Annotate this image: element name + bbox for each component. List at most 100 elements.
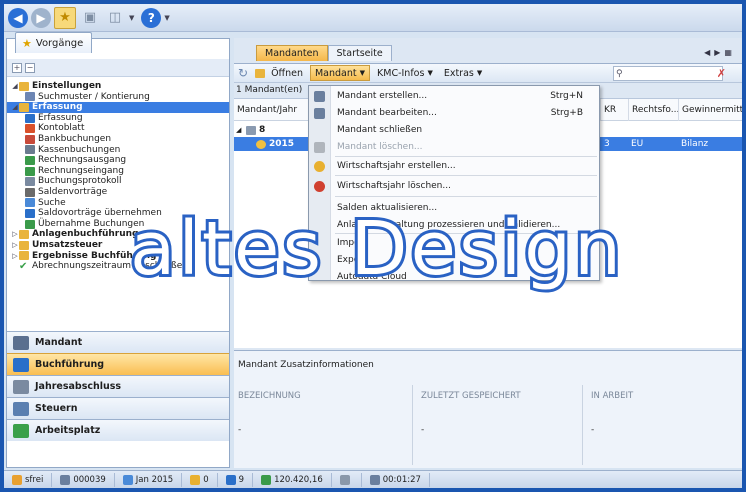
tab-startseite-label: Startseite xyxy=(336,48,383,59)
status-cell: sfrei xyxy=(4,472,53,487)
column-gewinnermittlung[interactable]: Gewinnermittl... xyxy=(678,99,742,121)
info-in-arbeit: In Arbeit - xyxy=(582,385,742,465)
tab-startseite[interactable]: Startseite xyxy=(327,45,392,61)
menu-item-label: Wirtschaftsjahr erstellen... xyxy=(337,161,456,171)
menu-item-icon xyxy=(314,91,325,102)
menu-item[interactable]: Mandant schließen xyxy=(309,122,599,139)
column-rechtsform[interactable]: Rechtsfo... xyxy=(628,99,678,121)
info-zuletzt-gespeichert-label: Zuletzt gespeichert xyxy=(421,391,521,401)
nav-label: Arbeitsplatz xyxy=(35,425,101,436)
menu-item[interactable]: Mandant bearbeiten... Strg+B xyxy=(309,105,599,122)
tree-header: + − xyxy=(7,59,229,77)
print-dropdown-icon[interactable]: ▼ xyxy=(129,14,134,22)
tree-item-label: Rechnungsausgang xyxy=(38,155,127,166)
menu-item-icon xyxy=(314,181,325,192)
navigation-bar: Mandant Buchführung Jahresabschluss Steuern… xyxy=(7,331,229,441)
search-input[interactable]: ⚲ xyxy=(613,66,723,81)
status-text: 00:01:27 xyxy=(382,474,421,485)
chevron-down-icon: ▼ xyxy=(359,69,366,77)
menu-item-label: Mandant erstellen... xyxy=(337,91,428,101)
print-icon[interactable]: ◫ xyxy=(104,7,126,29)
nav-jahresabschluss[interactable]: Jahresabschluss xyxy=(7,375,229,397)
menu-item-shortcut: Strg+N xyxy=(550,91,583,101)
tree-item[interactable]: Rechnungseingang xyxy=(7,166,229,177)
collapse-all-icon[interactable]: − xyxy=(25,62,35,73)
tree-item[interactable]: Saldenvorträge xyxy=(7,187,229,198)
star-icon: ★ xyxy=(22,36,32,50)
collapsed-arrow-icon[interactable]: ▷ xyxy=(11,251,19,262)
vorgaenge-tab-label: Vorgänge xyxy=(35,37,84,49)
task-icon xyxy=(25,187,35,197)
row-rechtsform: EU xyxy=(631,139,644,149)
tree-item-label: Einstellungen xyxy=(32,81,102,91)
forward-icon[interactable]: ▶ xyxy=(31,7,51,28)
status-icon xyxy=(261,474,272,485)
checkmark-icon: ✔ xyxy=(19,260,28,272)
collapsed-arrow-icon[interactable]: ▷ xyxy=(11,240,19,251)
menu-item-icon xyxy=(314,161,325,172)
status-cell: Jan 2015 xyxy=(115,472,183,487)
nav-steuern[interactable]: Steuern xyxy=(7,397,229,419)
menu-item[interactable]: Wirtschaftsjahr löschen... xyxy=(309,178,599,195)
save-icon[interactable]: ▣ xyxy=(79,7,101,29)
extras-button[interactable]: Extras ▼ xyxy=(440,65,486,81)
menu-item[interactable]: Wirtschaftsjahr erstellen... xyxy=(309,158,599,175)
status-cell: 000039 xyxy=(52,472,115,487)
menu-item[interactable]: Mandant erstellen... Strg+N xyxy=(309,88,599,105)
kmc-infos-button[interactable]: KMC-Infos ▼ xyxy=(373,65,437,81)
tree-item[interactable]: Kassenbuchungen xyxy=(7,145,229,156)
info-in-arbeit-label: In Arbeit xyxy=(591,391,634,401)
expand-all-icon[interactable]: + xyxy=(12,62,22,73)
nav-icon xyxy=(13,335,29,350)
menu-separator xyxy=(335,156,597,157)
tab-navigation[interactable]: ◀▶▦ xyxy=(704,48,736,57)
status-icon xyxy=(190,474,201,485)
help-dropdown-icon[interactable]: ▼ xyxy=(164,14,169,22)
info-bezeichnung-value: - xyxy=(238,425,242,435)
tree-item-label: Übernahme Buchungen xyxy=(38,218,145,229)
nav-mandant[interactable]: Mandant xyxy=(7,331,229,353)
help-icon[interactable]: ? xyxy=(141,7,162,28)
year-icon xyxy=(256,139,266,149)
expanded-arrow-icon[interactable]: ◢ xyxy=(11,102,19,113)
nav-buchführung[interactable]: Buchführung xyxy=(7,353,229,375)
expand-icon: ◢ xyxy=(236,126,242,134)
tree-item-label: Kassenbuchungen xyxy=(38,144,121,155)
nav-icon xyxy=(13,401,29,416)
tree-item[interactable]: Rechnungsausgang xyxy=(7,155,229,166)
tree-item-label: Anlagenbuchführung xyxy=(32,229,139,240)
tree-item[interactable]: Kontoblatt xyxy=(7,123,229,134)
open-button[interactable]: Öffnen xyxy=(251,65,307,81)
tree-item[interactable]: ◢ Erfassung xyxy=(7,102,229,113)
vorgaenge-tab[interactable]: ★ Vorgänge xyxy=(15,32,93,53)
status-cell: 0 xyxy=(182,472,218,487)
refresh-icon[interactable]: ↻ xyxy=(238,66,248,80)
chevron-down-icon: ▼ xyxy=(476,69,483,77)
nav-icon xyxy=(13,423,29,438)
back-icon[interactable]: ◀ xyxy=(8,7,28,28)
mandant-info-panel: Mandant Zusatzinformationen Bezeichnung … xyxy=(234,350,742,468)
tab-mandanten[interactable]: Mandanten xyxy=(256,45,328,61)
clear-search-icon[interactable]: ✗ xyxy=(717,67,726,80)
tree-item[interactable]: Suchmuster / Kontierung xyxy=(7,92,229,103)
nav-arbeitsplatz[interactable]: Arbeitsplatz xyxy=(7,419,229,441)
column-kr[interactable]: KR xyxy=(600,99,628,121)
status-cell: 120.420,16 xyxy=(253,472,332,487)
tree-item[interactable]: Erfassung xyxy=(7,113,229,124)
expanded-arrow-icon[interactable]: ◢ xyxy=(11,81,19,92)
status-icon xyxy=(122,474,133,485)
status-text: Jan 2015 xyxy=(135,474,174,485)
tree-item[interactable]: ◢ Einstellungen xyxy=(7,81,229,92)
status-text: sfrei xyxy=(25,474,44,485)
tree-item[interactable]: Bankbuchungen xyxy=(7,134,229,145)
mandant-menu-button[interactable]: Mandant ▼ xyxy=(309,65,371,81)
favorite-star-icon[interactable]: ★ xyxy=(54,6,76,29)
menu-item-label: Mandant bearbeiten... xyxy=(337,108,437,118)
collapsed-arrow-icon[interactable]: ▷ xyxy=(11,229,19,240)
task-icon xyxy=(25,177,35,187)
menu-separator xyxy=(335,175,597,176)
column-mandant-jahr[interactable]: Mandant/Jahr xyxy=(234,99,304,121)
watermark-text: altes Design xyxy=(127,206,625,292)
status-bar: sfrei 000039 Jan 2015 0 9 120.420,16 00:01:27 xyxy=(4,470,742,488)
tree-item[interactable]: Buchungsprotokoll xyxy=(7,176,229,187)
